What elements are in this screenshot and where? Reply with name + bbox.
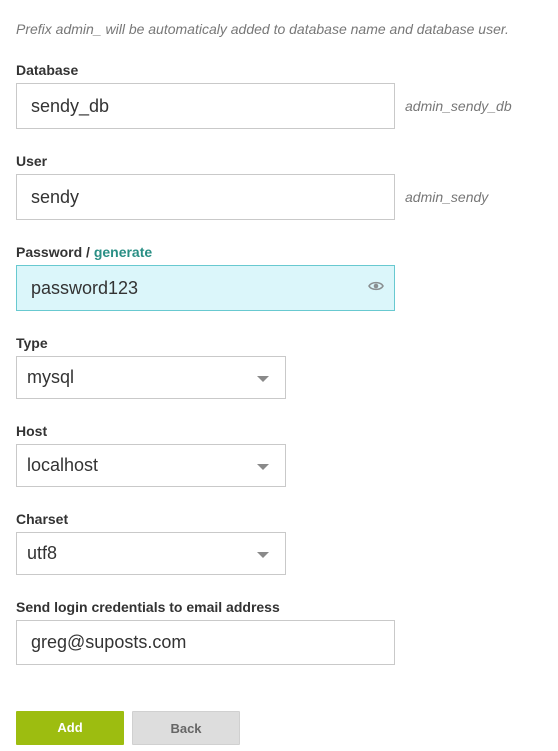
user-full-name-hint: admin_sendy bbox=[405, 189, 489, 205]
charset-select[interactable]: utf8 bbox=[16, 532, 286, 575]
host-selected-value: localhost bbox=[27, 455, 99, 475]
database-full-name-hint: admin_sendy_db bbox=[405, 98, 512, 114]
password-label-text: Password / bbox=[16, 244, 94, 260]
database-label: Database bbox=[16, 62, 79, 78]
add-button[interactable]: Add bbox=[16, 711, 124, 745]
eye-icon[interactable] bbox=[368, 280, 384, 292]
back-button[interactable]: Back bbox=[132, 711, 240, 745]
host-label: Host bbox=[16, 423, 48, 439]
user-label: User bbox=[16, 153, 48, 169]
type-selected-value: mysql bbox=[27, 367, 75, 387]
email-label: Send login credentials to email address bbox=[16, 599, 280, 615]
charset-label: Charset bbox=[16, 511, 69, 527]
generate-password-link[interactable]: generate bbox=[94, 244, 152, 260]
type-label: Type bbox=[16, 335, 48, 351]
prefix-note: Prefix admin_ will be automaticaly added… bbox=[16, 21, 509, 37]
chevron-down-icon bbox=[257, 464, 269, 470]
database-name-input[interactable]: sendy_db bbox=[16, 83, 395, 129]
host-select[interactable]: localhost bbox=[16, 444, 286, 487]
password-label: Password / generate bbox=[16, 244, 152, 260]
type-select[interactable]: mysql bbox=[16, 356, 286, 399]
charset-selected-value: utf8 bbox=[27, 543, 58, 563]
password-input[interactable]: password123 bbox=[16, 265, 395, 311]
user-input[interactable]: sendy bbox=[16, 174, 395, 220]
chevron-down-icon bbox=[257, 376, 269, 382]
email-input[interactable]: greg@suposts.com bbox=[16, 620, 395, 665]
chevron-down-icon bbox=[257, 552, 269, 558]
